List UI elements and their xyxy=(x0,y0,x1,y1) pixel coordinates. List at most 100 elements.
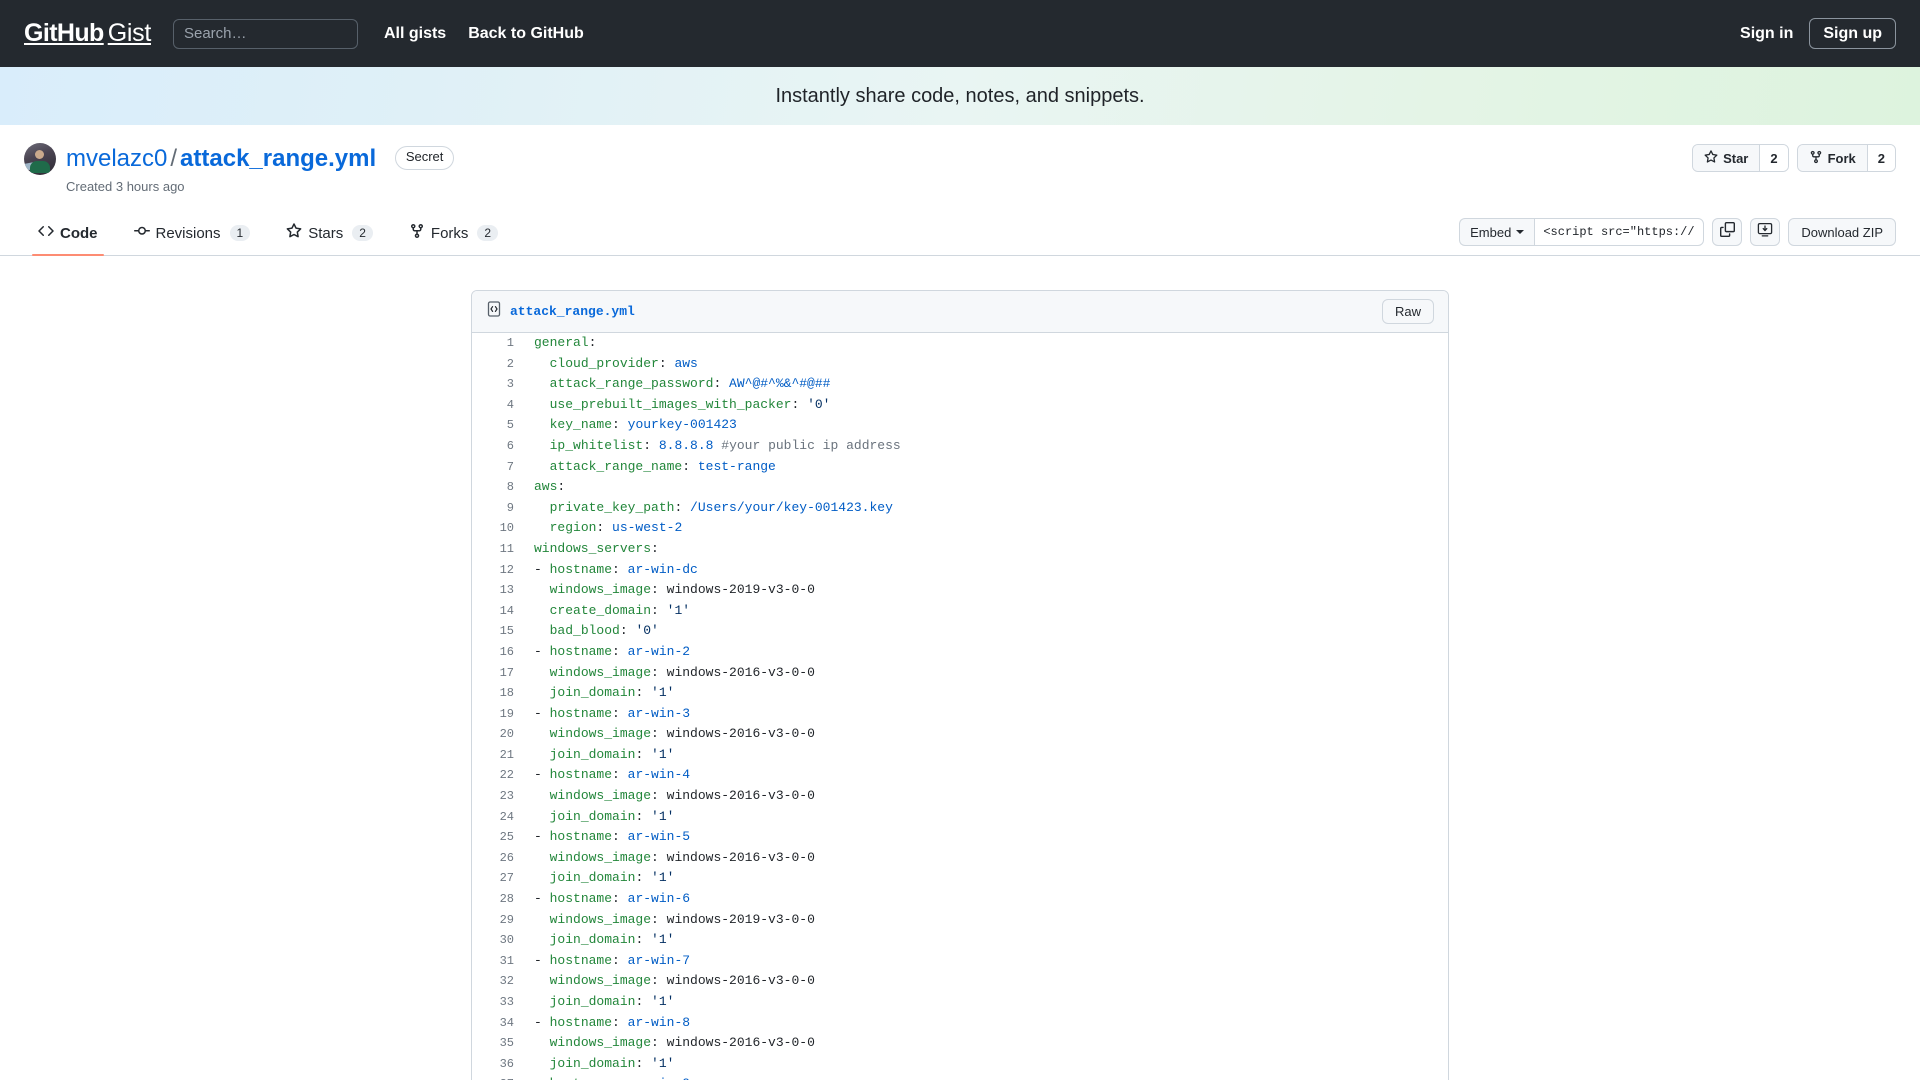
line-content[interactable]: bad_blood: '0' xyxy=(524,621,1448,642)
line-number[interactable]: 9 xyxy=(472,497,524,519)
github-gist-logo[interactable]: GitHub Gist xyxy=(24,19,151,48)
line-number[interactable]: 13 xyxy=(472,580,524,601)
star-button-group[interactable]: Star 2 xyxy=(1692,144,1789,172)
line-content[interactable]: region: us-west-2 xyxy=(524,518,1448,539)
line-number[interactable]: 26 xyxy=(472,847,524,869)
line-content[interactable]: join_domain: '1' xyxy=(524,868,1448,889)
file-name-link[interactable]: attack_range.yml xyxy=(510,304,635,319)
line-content[interactable]: attack_range_password: AW^@#^%&^#@## xyxy=(524,374,1448,395)
line-number[interactable]: 18 xyxy=(472,683,524,704)
line-number[interactable]: 10 xyxy=(472,518,524,539)
fork-button-group[interactable]: Fork 2 xyxy=(1796,144,1896,172)
line-content[interactable]: join_domain: '1' xyxy=(524,745,1448,766)
line-number[interactable]: 21 xyxy=(472,744,524,766)
line-content[interactable]: cloud_provider: aws xyxy=(524,354,1448,375)
line-number[interactable]: 22 xyxy=(472,765,524,787)
line-number[interactable]: 17 xyxy=(472,662,524,684)
line-number[interactable]: 24 xyxy=(472,806,524,828)
line-content[interactable]: - hostname: ar-win-3 xyxy=(524,704,1448,725)
line-content[interactable]: windows_image: windows-2016-v3-0-0 xyxy=(524,1033,1448,1054)
line-content[interactable]: join_domain: '1' xyxy=(524,807,1448,828)
line-number[interactable]: 3 xyxy=(472,374,524,395)
tab-stars[interactable]: Stars 2 xyxy=(272,215,387,255)
line-content[interactable]: ip_whitelist: 8.8.8.8 #your public ip ad… xyxy=(524,436,1448,457)
line-content[interactable]: join_domain: '1' xyxy=(524,930,1448,951)
line-number[interactable]: 29 xyxy=(472,909,524,931)
fork-button[interactable]: Fork xyxy=(1797,145,1867,171)
search-input[interactable] xyxy=(172,18,358,49)
line-content[interactable]: general: xyxy=(524,333,1448,354)
star-count[interactable]: 2 xyxy=(1759,145,1788,171)
download-zip-button[interactable]: Download ZIP xyxy=(1788,218,1896,246)
line-content[interactable]: windows_image: windows-2016-v3-0-0 xyxy=(524,786,1448,807)
line-number[interactable]: 31 xyxy=(472,950,524,972)
line-content[interactable]: attack_range_name: test-range xyxy=(524,457,1448,478)
line-content[interactable]: aws: xyxy=(524,477,1448,498)
line-number[interactable]: 37 xyxy=(472,1074,524,1080)
line-content[interactable]: join_domain: '1' xyxy=(524,1054,1448,1075)
nav-all-gists[interactable]: All gists xyxy=(384,25,446,43)
line-content[interactable]: key_name: yourkey-001423 xyxy=(524,415,1448,436)
line-content[interactable]: private_key_path: /Users/your/key-001423… xyxy=(524,498,1448,519)
line-number[interactable]: 28 xyxy=(472,889,524,910)
line-number[interactable]: 4 xyxy=(472,394,524,416)
line-content[interactable]: - hostname: ar-win-6 xyxy=(524,889,1448,910)
nav-back-to-github[interactable]: Back to GitHub xyxy=(468,25,584,43)
line-number[interactable]: 7 xyxy=(472,456,524,478)
line-number[interactable]: 36 xyxy=(472,1053,524,1075)
line-content[interactable]: windows_image: windows-2016-v3-0-0 xyxy=(524,848,1448,869)
line-number[interactable]: 16 xyxy=(472,641,524,663)
sign-in-link[interactable]: Sign in xyxy=(1740,25,1793,43)
embed-dropdown-button[interactable]: Embed xyxy=(1459,218,1535,246)
line-content[interactable]: create_domain: '1' xyxy=(524,601,1448,622)
copy-embed-button[interactable] xyxy=(1712,218,1743,246)
line-number[interactable]: 30 xyxy=(472,930,524,951)
line-content[interactable]: - hostname: ar-win-4 xyxy=(524,765,1448,786)
line-content[interactable]: - hostname: ar-win-8 xyxy=(524,1013,1448,1034)
line-content[interactable]: - hostname: ar-win-7 xyxy=(524,951,1448,972)
line-number[interactable]: 20 xyxy=(472,724,524,745)
line-content[interactable]: use_prebuilt_images_with_packer: '0' xyxy=(524,395,1448,416)
open-with-desktop-button[interactable] xyxy=(1750,218,1781,246)
line-number[interactable]: 2 xyxy=(472,353,524,375)
line-number[interactable]: 8 xyxy=(472,477,524,498)
line-content[interactable]: join_domain: '1' xyxy=(524,992,1448,1013)
tab-code[interactable]: Code xyxy=(24,215,112,256)
line-content[interactable]: - hostname: ar-win-dc xyxy=(524,560,1448,581)
line-number[interactable]: 19 xyxy=(472,703,524,725)
line-number[interactable]: 11 xyxy=(472,538,524,560)
line-number[interactable]: 34 xyxy=(472,1012,524,1034)
raw-button[interactable]: Raw xyxy=(1381,299,1434,324)
star-button[interactable]: Star xyxy=(1693,145,1760,171)
line-number[interactable]: 32 xyxy=(472,971,524,992)
line-content[interactable]: windows_image: windows-2016-v3-0-0 xyxy=(524,724,1448,745)
line-content[interactable]: - hostname: ar-win-9 xyxy=(524,1074,1448,1080)
fork-count[interactable]: 2 xyxy=(1866,145,1895,171)
gist-owner-link[interactable]: mvelazc0 xyxy=(66,145,167,172)
line-content[interactable]: windows_image: windows-2016-v3-0-0 xyxy=(524,971,1448,992)
line-content[interactable]: - hostname: ar-win-2 xyxy=(524,642,1448,663)
line-content[interactable]: windows_image: windows-2019-v3-0-0 xyxy=(524,910,1448,931)
gist-filename-link[interactable]: attack_range.yml xyxy=(180,145,376,172)
line-number[interactable]: 6 xyxy=(472,435,524,457)
line-number[interactable]: 25 xyxy=(472,827,524,848)
line-content[interactable]: join_domain: '1' xyxy=(524,683,1448,704)
line-number[interactable]: 35 xyxy=(472,1033,524,1054)
line-number[interactable]: 23 xyxy=(472,786,524,807)
sign-up-button[interactable]: Sign up xyxy=(1809,17,1896,50)
tab-revisions[interactable]: Revisions 1 xyxy=(120,215,265,255)
line-number[interactable]: 5 xyxy=(472,415,524,436)
line-number[interactable]: 12 xyxy=(472,559,524,581)
line-number[interactable]: 15 xyxy=(472,621,524,642)
embed-url-input[interactable] xyxy=(1534,218,1705,246)
line-number[interactable]: 14 xyxy=(472,600,524,622)
line-content[interactable]: windows_servers: xyxy=(524,539,1448,560)
line-number[interactable]: 33 xyxy=(472,992,524,1013)
avatar[interactable] xyxy=(24,143,56,175)
tab-forks[interactable]: Forks 2 xyxy=(395,215,512,255)
line-content[interactable]: windows_image: windows-2016-v3-0-0 xyxy=(524,663,1448,684)
line-content[interactable]: - hostname: ar-win-5 xyxy=(524,827,1448,848)
line-content[interactable]: windows_image: windows-2019-v3-0-0 xyxy=(524,580,1448,601)
line-number[interactable]: 27 xyxy=(472,868,524,890)
line-number[interactable]: 1 xyxy=(472,333,524,354)
